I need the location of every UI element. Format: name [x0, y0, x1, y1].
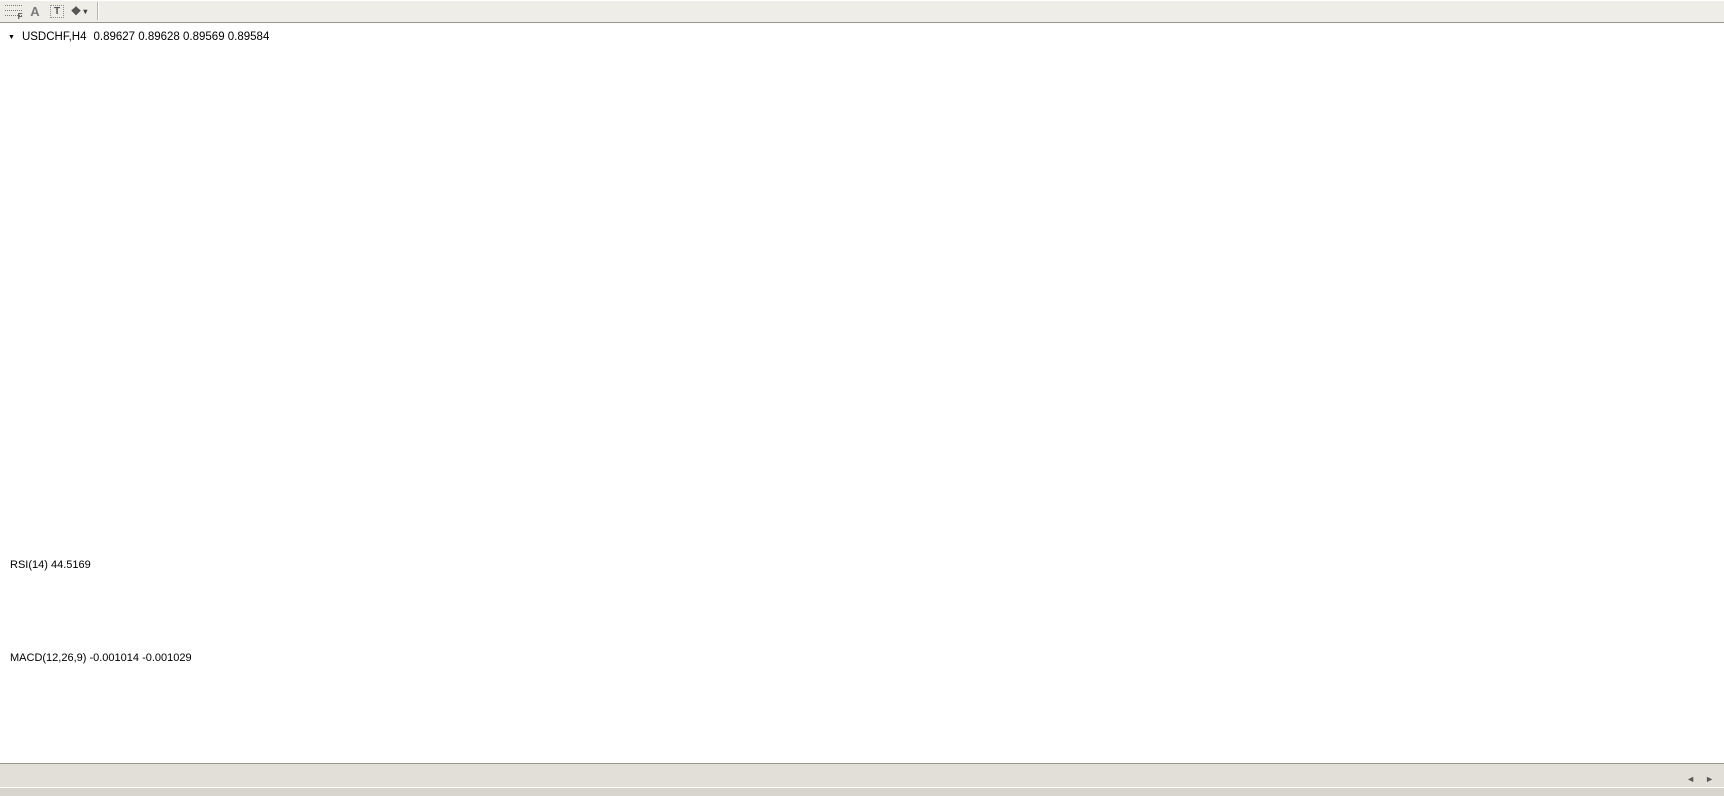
toolbar-separator — [97, 2, 99, 20]
chart-title: ▼ USDCHF,H4 0.89627 0.89628 0.89569 0.89… — [8, 31, 269, 43]
chart-symbol-label: USDCHF,H4 — [21, 31, 87, 43]
top-toolbar: F A T ❖ ▾ — [0, 0, 1724, 23]
rsi-indicator-label: RSI(14) 44.5169 — [10, 559, 91, 571]
tab-scroll-left-icon[interactable]: ◄ — [1686, 774, 1695, 784]
trading-platform-window: F A T ❖ ▾ ▼ USDCHF,H4 0.89627 0.89628 0.8… — [0, 0, 1724, 796]
text-tool-icon[interactable]: A — [25, 2, 45, 20]
tab-scroll-right-icon[interactable]: ► — [1705, 774, 1714, 784]
fibonacci-glyph: F — [4, 4, 23, 21]
dropdown-caret-icon: ▾ — [83, 6, 88, 16]
shapes-tool-icon[interactable]: ❖ ▾ — [69, 2, 89, 20]
chart-canvas[interactable] — [0, 0, 1724, 796]
chart-tab-bar: ◄ ► — [0, 763, 1724, 788]
tab-scroll-controls: ◄ ► — [1686, 774, 1724, 788]
status-bar — [0, 787, 1724, 796]
chart-ohlc-values: 0.89627 0.89628 0.89569 0.89584 — [93, 31, 270, 43]
label-tool-icon[interactable]: T — [47, 2, 67, 20]
macd-indicator-label: MACD(12,26,9) -0.001014 -0.001029 — [10, 652, 192, 664]
fibonacci-tool-icon[interactable]: F — [3, 2, 23, 21]
collapse-arrow-icon[interactable]: ▼ — [8, 34, 15, 41]
